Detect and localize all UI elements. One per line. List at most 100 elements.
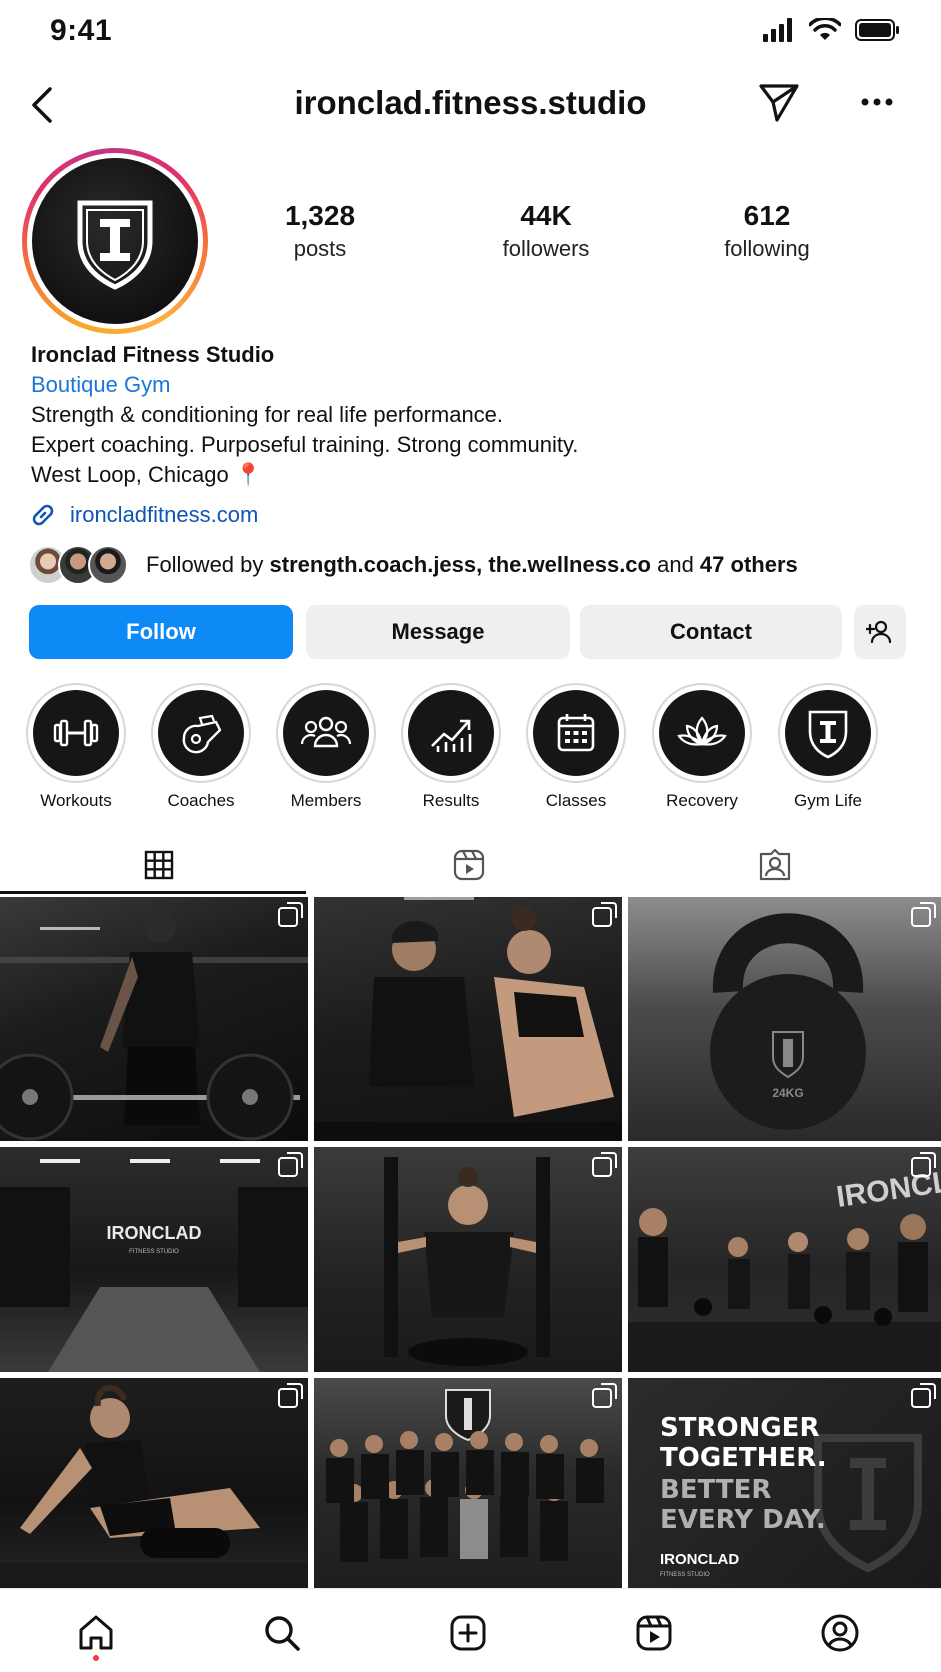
highlight-label: Classes <box>545 791 607 810</box>
carousel-indicator-icon <box>592 1383 617 1408</box>
story-highlights: Workouts Coaches Members Results Classes… <box>0 683 941 813</box>
stat-label: posts <box>293 236 347 261</box>
contact-button[interactable]: Contact <box>580 605 842 659</box>
carousel-indicator-icon <box>592 902 617 927</box>
followed-by-names: strength.coach.jess, the.wellness.co <box>269 552 651 577</box>
nav-reels[interactable] <box>626 1605 682 1661</box>
send-message-button[interactable] <box>755 78 803 126</box>
post-tile[interactable]: IRONCLAD FITNESS STUDIO <box>0 1147 308 1372</box>
post-tile[interactable]: 24KG <box>628 897 941 1141</box>
carousel-indicator-icon <box>911 902 936 927</box>
highlight-results[interactable]: Results <box>391 683 511 811</box>
motto-line: TOGETHER. <box>660 1443 827 1473</box>
post-image-motto-graphic: STRONGER TOGETHER. BETTER EVERY DAY. IRO… <box>660 1413 922 1578</box>
post-image-deadlift <box>0 911 308 1141</box>
nav-create[interactable] <box>440 1605 496 1661</box>
stat-followers[interactable]: 44K followers <box>456 200 636 262</box>
stat-posts[interactable]: 1,328 posts <box>230 200 410 262</box>
website-link-text[interactable]: ironcladfitness.com <box>70 502 258 528</box>
highlight-recovery[interactable]: Recovery <box>642 683 762 811</box>
people-icon <box>300 716 352 748</box>
grid-icon <box>144 850 174 880</box>
highlight-coaches[interactable]: Coaches <box>141 683 261 811</box>
post-tile[interactable]: IRONCLA <box>628 1147 941 1372</box>
bio-line: Expert coaching. Purposeful training. St… <box>31 432 579 457</box>
highlight-label: Coaches <box>167 791 235 810</box>
post-tile[interactable] <box>0 897 308 1141</box>
home-icon <box>79 1615 113 1650</box>
carousel-indicator-icon <box>278 902 303 927</box>
create-icon <box>450 1615 486 1651</box>
nav-home[interactable] <box>68 1605 124 1661</box>
followed-by-text: Followed by strength.coach.jess, the.wel… <box>146 552 798 578</box>
post-tile[interactable] <box>314 897 622 1141</box>
profile-avatar-story-ring[interactable] <box>22 148 208 334</box>
carousel-indicator-icon <box>278 1383 303 1408</box>
search-icon <box>265 1616 300 1651</box>
highlight-label: Members <box>290 791 362 810</box>
reels-icon <box>453 849 485 881</box>
motto-brand-sub: FITNESS STUDIO <box>660 1572 710 1578</box>
motto-line: BETTER <box>660 1475 771 1505</box>
cellular-signal-icon <box>763 18 792 42</box>
post-tile[interactable] <box>0 1378 308 1588</box>
post-image-coaching <box>314 897 622 1141</box>
battery-icon <box>855 19 899 41</box>
status-bar: 9:41 <box>0 0 941 64</box>
status-time: 9:41 <box>50 14 113 47</box>
avatar <box>32 158 198 324</box>
tagged-icon <box>759 848 791 881</box>
calendar-icon <box>557 714 595 752</box>
highlight-label: Results <box>422 791 480 810</box>
highlight-classes[interactable]: Classes <box>516 683 636 811</box>
stat-value: 1,328 <box>284 200 356 231</box>
bio-line: Strength & conditioning for real life pe… <box>31 402 504 427</box>
paper-plane-icon <box>759 84 799 122</box>
stat-following[interactable]: 612 following <box>677 200 857 262</box>
highlight-label: Workouts <box>40 791 112 810</box>
kettlebell-weight-label: 24KG <box>772 1086 803 1100</box>
profile-category[interactable]: Boutique Gym <box>31 370 911 400</box>
carousel-indicator-icon <box>911 1383 936 1408</box>
suggested-accounts-button[interactable] <box>854 605 906 659</box>
notification-dot <box>93 1655 99 1661</box>
shield-icon <box>808 710 848 759</box>
nav-search[interactable] <box>254 1605 310 1661</box>
stat-label: followers <box>502 236 590 261</box>
tab-tagged[interactable] <box>622 835 928 895</box>
stat-value: 612 <box>743 200 791 231</box>
status-icons <box>763 18 901 42</box>
add-person-icon <box>866 620 892 644</box>
highlight-gym-life[interactable]: Gym Life <box>768 683 888 811</box>
post-tile[interactable] <box>314 1147 622 1372</box>
posts-grid: 24KG IRONCLAD FITNESS STUDIO IRONCLA STR… <box>0 895 941 1588</box>
follow-button[interactable]: Follow <box>29 605 293 659</box>
followed-by-conjunction: and <box>650 552 700 577</box>
bio-line: West Loop, Chicago 📍 <box>31 462 263 487</box>
highlight-members[interactable]: Members <box>266 683 386 811</box>
more-options-button[interactable] <box>857 82 897 122</box>
post-tile[interactable]: STRONGER TOGETHER. BETTER EVERY DAY. IRO… <box>628 1378 941 1588</box>
followed-by-row[interactable]: Followed by strength.coach.jess, the.wel… <box>28 545 798 585</box>
reels-icon <box>636 1615 672 1651</box>
mutual-followers-avatars <box>28 545 128 585</box>
post-image-sled-push <box>384 1157 550 1366</box>
stat-label: following <box>724 236 810 261</box>
profile-header: ironclad.fitness.studio <box>0 70 941 140</box>
profile-icon <box>821 1614 859 1652</box>
tab-reels[interactable] <box>316 835 622 895</box>
more-horizontal-icon <box>861 98 893 106</box>
bottom-navigation <box>0 1588 941 1672</box>
website-link[interactable]: ironcladfitness.com <box>28 500 258 530</box>
highlight-workouts[interactable]: Workouts <box>16 683 136 811</box>
tab-posts-grid[interactable] <box>6 835 312 895</box>
post-image-gym-interior: IRONCLAD FITNESS STUDIO <box>0 1159 308 1372</box>
motto-line: STRONGER <box>660 1413 819 1443</box>
nav-profile[interactable] <box>812 1605 868 1661</box>
post-tile[interactable] <box>314 1378 622 1588</box>
message-button[interactable]: Message <box>306 605 570 659</box>
chart-icon <box>431 719 472 752</box>
profile-bio: Ironclad Fitness Studio Boutique Gym Str… <box>31 340 911 490</box>
whistle-icon <box>182 714 222 754</box>
gym-wall-logo-subtext: FITNESS STUDIO <box>129 1249 179 1255</box>
